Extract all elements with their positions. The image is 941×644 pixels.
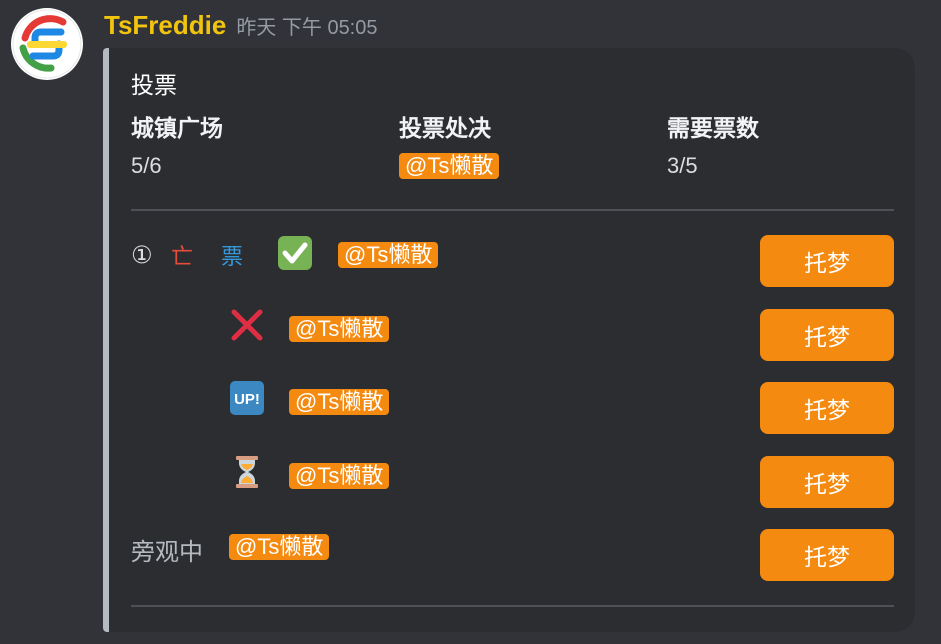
user-mention[interactable]: @Ts懒散 xyxy=(289,316,390,342)
chat-view: TsFreddie 昨天 下午 05:05 投票 城镇广场 5/6 投票处决 @… xyxy=(0,0,941,644)
field-votes-needed: 需要票数 3/5 xyxy=(667,114,759,180)
message-header: TsFreddie 昨天 下午 05:05 xyxy=(104,10,378,41)
spectator-row: 旁观中 @Ts懒散 托梦 xyxy=(131,529,894,581)
username[interactable]: TsFreddie xyxy=(104,10,226,41)
player-row: ① 亡 票 @Ts懒散 托梦 xyxy=(131,235,894,287)
check-mark-icon xyxy=(277,235,313,271)
divider xyxy=(131,605,894,607)
spectator-label: 旁观中 xyxy=(131,538,203,566)
dream-button[interactable]: 托梦 xyxy=(760,456,894,508)
up-icon: UP! xyxy=(229,380,265,416)
timestamp: 昨天 下午 05:05 xyxy=(236,17,378,39)
seat-number: ① xyxy=(131,241,153,269)
ballot-marker: 票 xyxy=(221,244,244,269)
field-value: 3/5 xyxy=(667,153,698,178)
dream-button[interactable]: 托梦 xyxy=(760,529,894,581)
cross-mark-icon xyxy=(229,307,265,343)
user-mention[interactable]: @Ts懒散 xyxy=(229,534,330,560)
player-row: @Ts懒散 托梦 xyxy=(131,456,894,508)
spectator-status: 旁观中 xyxy=(131,529,203,569)
field-name: 城镇广场 xyxy=(131,115,223,141)
field-value: 5/6 xyxy=(131,153,162,178)
embed-title: 投票 xyxy=(131,72,177,98)
svg-text:UP!: UP! xyxy=(234,391,260,408)
divider xyxy=(131,209,894,211)
field-name: 需要票数 xyxy=(667,115,759,141)
hourglass-icon xyxy=(229,454,265,490)
user-mention[interactable]: @Ts懒散 xyxy=(289,463,390,489)
field-name: 投票处决 xyxy=(399,115,491,141)
vote-embed: 投票 城镇广场 5/6 投票处决 @Ts懒散 需要票数 3/5 ① 亡 票 @T… xyxy=(103,48,915,632)
dream-button[interactable]: 托梦 xyxy=(760,309,894,361)
user-mention[interactable]: @Ts懒散 xyxy=(399,153,500,179)
avatar[interactable] xyxy=(11,8,83,80)
player-row: @Ts懒散 托梦 xyxy=(131,309,894,361)
field-value: @Ts懒散 xyxy=(399,152,500,180)
field-town-square: 城镇广场 5/6 xyxy=(131,114,223,180)
player-status: ① 亡 票 xyxy=(131,235,267,275)
dream-button[interactable]: 托梦 xyxy=(760,235,894,287)
dream-button[interactable]: 托梦 xyxy=(760,382,894,434)
field-nominee: 投票处决 @Ts懒散 xyxy=(399,114,500,180)
dead-marker: 亡 xyxy=(171,244,194,269)
player-row: UP! @Ts懒散 托梦 xyxy=(131,380,894,434)
user-mention[interactable]: @Ts懒散 xyxy=(289,389,390,415)
user-mention[interactable]: @Ts懒散 xyxy=(338,242,439,268)
